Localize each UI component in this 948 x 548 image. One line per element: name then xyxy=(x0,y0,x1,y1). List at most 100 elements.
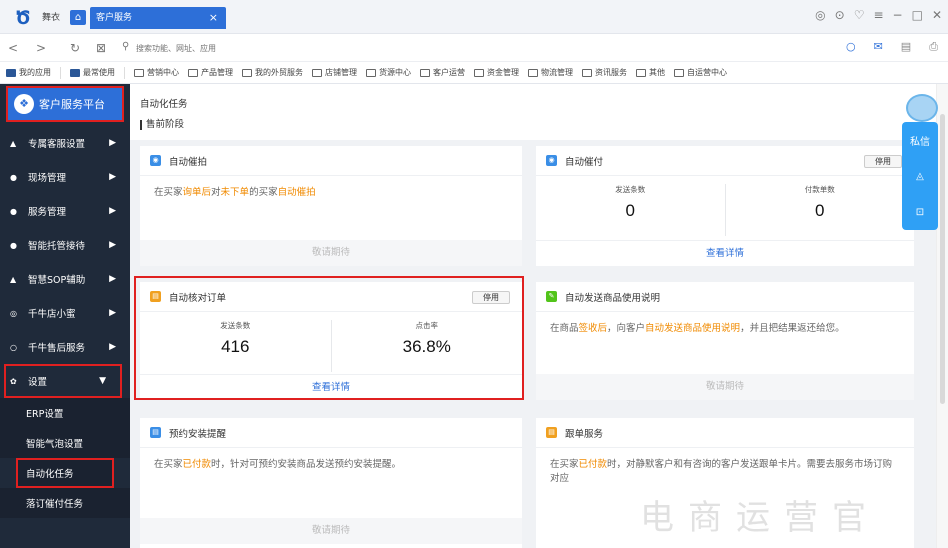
card-description: 在买家询单后对未下单的买家自动催拍 xyxy=(154,187,316,198)
sidebar-item-exclusive-service[interactable]: ▲ 专属客服设置 ▶ xyxy=(0,126,130,160)
tab-close-icon[interactable]: × xyxy=(209,7,218,29)
divider xyxy=(124,66,125,79)
bookmark-item[interactable]: 最常使用 xyxy=(70,67,115,78)
bookmark-item[interactable]: 营销中心 xyxy=(134,67,179,78)
card-header: ◉ 自动催拍 xyxy=(140,146,522,176)
platform-label: 客户服务平台 xyxy=(39,98,105,111)
edit-icon[interactable]: ⊡ xyxy=(902,194,938,230)
clipboard-icon[interactable]: ⎙ xyxy=(929,40,938,54)
sidebar-item-service-management[interactable]: ● 服务管理 ▶ xyxy=(0,194,130,228)
sidebar: ❖ 客户服务平台 ▲ 专属客服设置 ▶ ● 现场管理 ▶ ● 服务管理 ▶ ● 智能托管接待 ▶… xyxy=(0,84,130,548)
menu-icon: ○ xyxy=(10,342,17,352)
bookmark-item[interactable]: 其他 xyxy=(636,67,665,78)
folder-icon xyxy=(420,68,430,77)
view-details-link[interactable]: 查看详情 xyxy=(536,240,914,266)
chevron-right-icon: ▶ xyxy=(109,342,116,352)
platform-logo-icon: ❖ xyxy=(14,94,34,114)
folder-icon xyxy=(528,68,538,77)
menu-icon: ◎ xyxy=(10,308,17,318)
bookmark-item[interactable]: 产品管理 xyxy=(188,67,233,78)
maximize-icon[interactable]: □ xyxy=(912,8,923,22)
sidebar-item-qianniu-xiaomi[interactable]: ◎ 千牛店小蜜 ▶ xyxy=(0,296,130,330)
bookmark-item[interactable]: 我的应用 xyxy=(6,67,51,78)
coming-soon-label: 敬请期待 xyxy=(140,518,522,544)
folder-icon xyxy=(474,68,484,77)
sidebar-subitem-automation[interactable]: 自动化任务 xyxy=(16,458,114,488)
bookmark-item[interactable]: 资金管理 xyxy=(474,67,519,78)
circle-icon[interactable]: ○ xyxy=(846,40,856,54)
bookmark-item[interactable]: 自运营中心 xyxy=(674,67,727,78)
mail-icon[interactable]: ✉ xyxy=(874,40,883,54)
chevron-right-icon: ▶ xyxy=(109,274,116,284)
favorite-icon[interactable]: ♡ xyxy=(854,8,865,22)
stat-sent: 发送条数 416 xyxy=(220,321,251,356)
card-install-reminder: ▤ 预约安装提醒 在买家已付款时，针对可预约安装商品发送预约安装提醒。 敬请期待 xyxy=(140,418,522,548)
tab-active[interactable]: 客户服务 × xyxy=(90,7,226,29)
menu-icon: ● xyxy=(10,206,17,216)
chevron-right-icon: ▶ xyxy=(109,206,116,216)
tab-plain[interactable]: 舞衣 xyxy=(42,10,60,23)
chevron-down-icon: ▼ xyxy=(99,376,106,386)
home-icon[interactable]: ⌂ xyxy=(70,10,86,25)
stats-row: 发送条数 0 付款单数 0 xyxy=(536,184,914,236)
platform-title[interactable]: ❖ 客户服务平台 xyxy=(6,86,124,122)
assistant-avatar-icon[interactable] xyxy=(906,94,938,122)
sidebar-item-after-sales[interactable]: ○ 千牛售后服务 ▶ xyxy=(0,330,130,364)
close-window-icon[interactable]: ✕ xyxy=(932,8,942,22)
stat-paid: 付款单数 0 xyxy=(724,184,915,236)
disable-button[interactable]: 停用 xyxy=(864,155,902,168)
bookmark-item[interactable]: 物流管理 xyxy=(528,67,573,78)
sidebar-item-smart-sop[interactable]: ▲ 智慧SOP辅助 ▶ xyxy=(0,262,130,296)
bookmark-item[interactable]: 客户运营 xyxy=(420,67,465,78)
sidebar-item-smart-hosting[interactable]: ● 智能托管接待 ▶ xyxy=(0,228,130,262)
view-details-link[interactable]: 查看详情 xyxy=(140,374,522,400)
message-button[interactable]: 私信 xyxy=(902,122,938,158)
stat-sent: 发送条数 0 xyxy=(615,185,646,220)
scrollbar-thumb[interactable] xyxy=(940,114,945,404)
forward-icon[interactable]: > xyxy=(36,41,46,55)
task-icon: ◉ xyxy=(150,155,161,166)
bookmark-item[interactable]: 资讯服务 xyxy=(582,67,627,78)
skin-icon[interactable]: ◎ xyxy=(815,8,825,22)
folder-icon xyxy=(636,68,646,77)
sidebar-item-settings[interactable]: ✿ 设置 ▼ xyxy=(4,364,122,398)
folder-icon xyxy=(6,68,16,77)
sidebar-menu: ▲ 专属客服设置 ▶ ● 现场管理 ▶ ● 服务管理 ▶ ● 智能托管接待 ▶ ▲ 智慧SOP辅助… xyxy=(0,126,130,518)
card-header: ▤ 跟单服务 xyxy=(536,418,914,448)
title-bar: Ծ 舞衣 ⌂ 客户服务 × ◎ ⊙ ♡ ≡ − □ ✕ xyxy=(0,0,948,34)
refresh-icon[interactable]: ↻ xyxy=(70,41,80,55)
task-icon: ▤ xyxy=(546,427,557,438)
address-bar: < > ↻ ⊠ ⚲ ○ ✉ ▤ ⎙ xyxy=(0,34,948,62)
bookmark-item[interactable]: 店铺管理 xyxy=(312,67,357,78)
bookmark-item[interactable]: 货源中心 xyxy=(366,67,411,78)
menu-icon: ▲ xyxy=(10,274,17,284)
sidebar-subitem-order-reminder[interactable]: 落订催付任务 xyxy=(0,488,130,518)
disable-button[interactable]: 停用 xyxy=(472,291,510,304)
chevron-right-icon: ▶ xyxy=(109,138,116,148)
section-title: 售前阶段 xyxy=(140,120,184,130)
main-header: 自动化任务 售前阶段 xyxy=(130,84,936,140)
search-input[interactable] xyxy=(136,39,786,57)
tab-active-label: 客户服务 xyxy=(96,13,133,23)
gear-icon: ✿ xyxy=(10,376,17,386)
coming-soon-label: 敬请期待 xyxy=(140,240,522,266)
folder-icon xyxy=(674,68,684,77)
stat-click-rate: 点击率 36.8% xyxy=(330,320,523,372)
bookmark-item[interactable]: 我的外贸服务 xyxy=(242,67,303,78)
minimize-icon[interactable]: − xyxy=(893,8,903,22)
card-auto-fu: ◉ 自动催付 停用 发送条数 0 付款单数 0 查看详情 xyxy=(536,146,914,266)
bell-icon[interactable]: ◬ xyxy=(902,158,938,194)
chevron-right-icon: ▶ xyxy=(109,240,116,250)
back-icon[interactable]: < xyxy=(8,41,18,55)
menu-icon[interactable]: ≡ xyxy=(873,8,883,22)
task-icon: ▤ xyxy=(150,291,161,302)
bookmarks-bar: 我的应用 最常使用 营销中心 产品管理 我的外贸服务 店铺管理 货源中心 客户运… xyxy=(0,62,948,84)
menu-icon: ● xyxy=(10,240,17,250)
sidebar-subitem-bubble[interactable]: 智能气泡设置 xyxy=(0,428,130,458)
screenshot-icon[interactable]: ⊠ xyxy=(96,41,106,55)
chevron-right-icon: ▶ xyxy=(109,308,116,318)
sidebar-subitem-erp[interactable]: ERP设置 xyxy=(0,398,130,428)
calculator-icon[interactable]: ▤ xyxy=(901,40,911,54)
sidebar-item-field-management[interactable]: ● 现场管理 ▶ xyxy=(0,160,130,194)
clock-icon[interactable]: ⊙ xyxy=(835,8,845,22)
